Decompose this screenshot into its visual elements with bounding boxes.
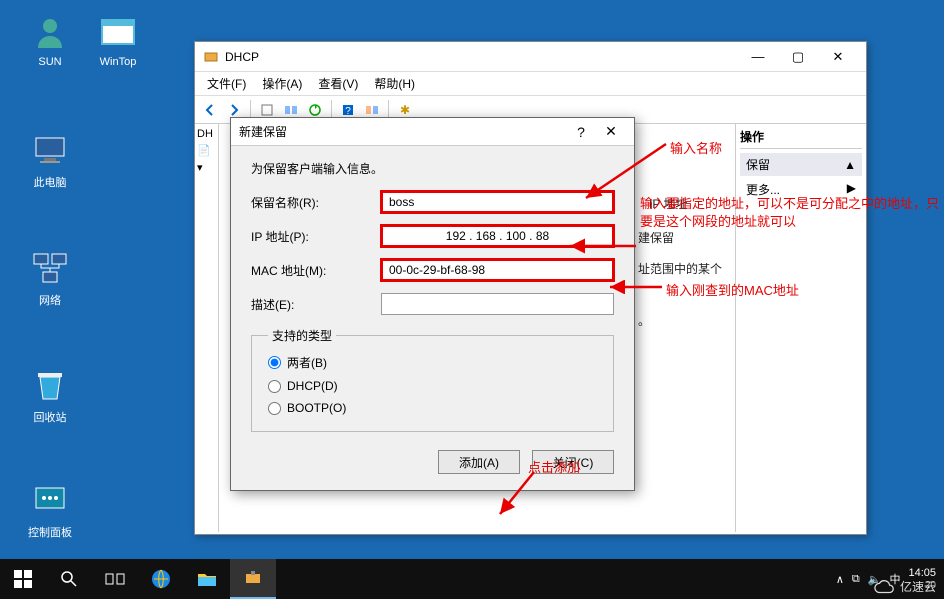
behind-ip-label: IP 地址 <box>649 195 687 212</box>
dhcp-taskbar-icon[interactable] <box>230 559 276 599</box>
add-button[interactable]: 添加(A) <box>438 450 520 474</box>
reservation-name-input[interactable] <box>381 191 614 213</box>
dialog-titlebar: 新建保留 ? ✕ <box>231 118 634 146</box>
fieldset-legend: 支持的类型 <box>268 327 336 344</box>
icon-label: 回收站 <box>20 409 80 425</box>
close-dialog-button[interactable]: 关闭(C) <box>532 450 614 474</box>
supported-types-fieldset: 支持的类型 两者(B) DHCP(D) BOOTP(O) <box>251 327 614 432</box>
description-input[interactable] <box>381 293 614 315</box>
arrow-right-icon: ▶ <box>847 181 856 198</box>
behind-line2: 址范围中的某个 <box>638 260 722 277</box>
computer-icon <box>30 130 70 170</box>
taskbar: ∧ ⧉ 🔈 中 14:05 20 <box>0 559 944 599</box>
tray-up-icon[interactable]: ∧ <box>836 573 844 586</box>
desktop-icon-computer[interactable]: 此电脑 <box>20 130 80 190</box>
actions-section[interactable]: 保留 ▲ <box>740 153 862 176</box>
icon-label: 网络 <box>20 292 80 308</box>
svg-text:?: ? <box>345 106 351 117</box>
radio-dhcp[interactable] <box>268 380 281 393</box>
label-mac: MAC 地址(M): <box>251 262 381 279</box>
actions-header: 操作 <box>740 128 862 149</box>
ip-address-input[interactable]: 192 . 168 . 100 . 88 <box>381 225 614 247</box>
label-ip: IP 地址(P): <box>251 228 381 245</box>
new-reservation-dialog: 新建保留 ? ✕ 为保留客户端输入信息。 保留名称(R): IP 地址(P): … <box>230 117 635 491</box>
dialog-help-button[interactable]: ? <box>566 119 596 145</box>
user-icon <box>30 12 70 52</box>
icon-label: 此电脑 <box>20 174 80 190</box>
menu-file[interactable]: 文件(F) <box>199 73 254 94</box>
desktop-icon-recyclebin[interactable]: 回收站 <box>20 365 80 425</box>
dialog-intro: 为保留客户端输入信息。 <box>251 160 614 177</box>
taskview-button[interactable] <box>92 559 138 599</box>
dhcp-icon <box>203 49 219 65</box>
controlpanel-icon <box>30 480 70 520</box>
radio-both[interactable] <box>268 356 281 369</box>
dhcp-title: DHCP <box>225 50 738 64</box>
dhcp-titlebar: DHCP — ▢ ✕ <box>195 42 866 72</box>
tree-pane[interactable]: DH 📄 ▾ <box>195 124 219 532</box>
network-icon <box>30 248 70 288</box>
behind-line3: 。 <box>638 312 650 329</box>
maximize-button[interactable]: ▢ <box>778 43 818 71</box>
close-button[interactable]: ✕ <box>818 43 858 71</box>
desktop-icon-network[interactable]: 网络 <box>20 248 80 308</box>
window-icon <box>98 12 138 52</box>
cloud-icon <box>874 579 896 595</box>
icon-label: 控制面板 <box>20 524 80 540</box>
icon-label: SUN <box>20 56 80 68</box>
caret-up-icon: ▲ <box>844 158 856 172</box>
mac-address-input[interactable] <box>381 259 614 281</box>
desktop-icon-controlpanel[interactable]: 控制面板 <box>20 480 80 540</box>
trash-icon <box>30 365 70 405</box>
radio-bootp[interactable] <box>268 402 281 415</box>
desktop-icon-wintop[interactable]: WinTop <box>88 12 148 68</box>
menu-action[interactable]: 操作(A) <box>254 73 310 94</box>
dialog-close-button[interactable]: ✕ <box>596 119 626 145</box>
tray-network-icon[interactable]: ⧉ <box>852 573 860 586</box>
menu-view[interactable]: 查看(V) <box>310 73 366 94</box>
radio-both-label: 两者(B) <box>287 354 327 371</box>
menu-help[interactable]: 帮助(H) <box>366 73 423 94</box>
desktop-icon-sun[interactable]: SUN <box>20 12 80 68</box>
search-button[interactable] <box>46 559 92 599</box>
explorer-icon[interactable] <box>184 559 230 599</box>
ie-icon[interactable] <box>138 559 184 599</box>
actions-pane: 操作 保留 ▲ 更多... ▶ <box>736 124 866 532</box>
dialog-title: 新建保留 <box>239 123 566 140</box>
minimize-button[interactable]: — <box>738 43 778 71</box>
icon-label: WinTop <box>88 56 148 68</box>
start-button[interactable] <box>0 559 46 599</box>
radio-bootp-label: BOOTP(O) <box>287 401 346 415</box>
label-name: 保留名称(R): <box>251 194 381 211</box>
back-button[interactable] <box>199 99 221 121</box>
actions-more[interactable]: 更多... ▶ <box>740 178 862 201</box>
label-desc: 描述(E): <box>251 296 381 313</box>
watermark: 亿速云 <box>874 578 936 595</box>
behind-line1: 建保留 <box>638 229 674 246</box>
radio-dhcp-label: DHCP(D) <box>287 379 338 393</box>
menubar: 文件(F) 操作(A) 查看(V) 帮助(H) <box>195 72 866 96</box>
